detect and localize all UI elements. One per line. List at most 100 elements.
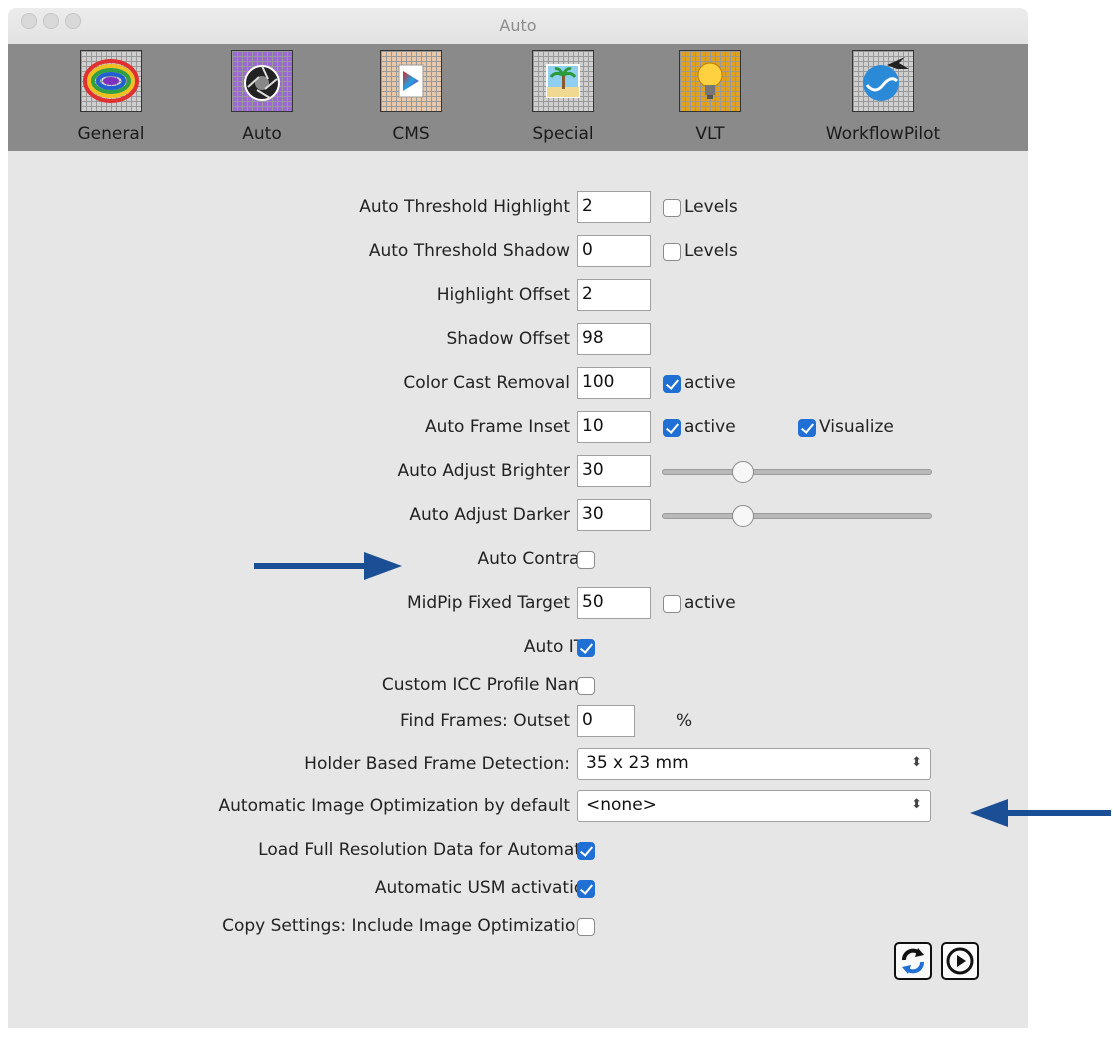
auto-threshold-highlight-levels-checkbox[interactable] [663,199,681,217]
general-icon [80,50,142,112]
slider-track [662,513,932,519]
window-title: Auto [499,16,537,35]
row-holder-based-frame-detection: Holder Based Frame Detection: 35 x 23 mm… [8,748,1028,782]
row-auto-frame-inset: Auto Frame Inset 10 active Visualize [8,411,1028,445]
annotation-arrow-left [970,799,1111,827]
annotation-arrow-right [254,552,402,580]
midpip-active-label: active [684,593,736,613]
row-auto-it8: Auto IT8 [8,631,1028,665]
row-find-frames-outset: Find Frames: Outset 0 % [8,705,1028,739]
row-auto-threshold-shadow: Auto Threshold Shadow 0 Levels [8,235,1028,269]
auto-threshold-shadow-input[interactable]: 0 [577,235,651,267]
automatic-image-optimization-select[interactable]: <none> ⬍ [577,790,931,822]
tab-vlt[interactable]: VLT [640,50,780,144]
tab-vlt-label: VLT [695,124,725,144]
visualize-checkbox[interactable] [798,419,816,437]
tab-general-label: General [77,124,145,144]
row-auto-adjust-darker: Auto Adjust Darker 30 [8,499,1028,533]
row-midpip-fixed-target: MidPip Fixed Target 50 active [8,587,1028,621]
refresh-icon [902,948,924,974]
play-icon [946,947,974,975]
slider-thumb[interactable] [732,461,754,483]
aperture-icon [231,50,293,112]
color-cast-removal-input[interactable]: 100 [577,367,651,399]
tab-special-label: Special [532,124,594,144]
holder-based-frame-detection-select[interactable]: 35 x 23 mm ⬍ [577,748,931,780]
tab-cms-label: CMS [392,124,430,144]
auto-adjust-darker-slider[interactable] [662,499,932,531]
find-frames-outset-input[interactable]: 0 [577,705,635,737]
copy-settings-include-checkbox[interactable] [577,918,595,936]
custom-icc-profile-name-checkbox[interactable] [577,677,595,695]
shadow-offset-label: Shadow Offset [446,329,570,349]
play-button[interactable] [941,942,979,980]
auto-frame-inset-active-checkbox[interactable] [663,419,681,437]
holder-based-frame-detection-value: 35 x 23 mm [586,753,689,773]
slider-thumb[interactable] [732,505,754,527]
auto-threshold-highlight-levels-label: Levels [684,197,738,217]
auto-adjust-brighter-label: Auto Adjust Brighter [397,461,570,481]
tab-cms[interactable]: CMS [341,50,481,144]
color-cast-removal-active-label: active [684,373,736,393]
tab-general[interactable]: General [41,50,181,144]
preferences-toolbar: General Auto CMS Special VLT WorkflowPil… [8,44,1028,151]
row-auto-adjust-brighter: Auto Adjust Brighter 30 [8,455,1028,489]
workflowpilot-icon [852,50,914,112]
copy-settings-include-label: Copy Settings: Include Image Optimizatio… [222,916,595,936]
auto-threshold-shadow-levels-label: Levels [684,241,738,261]
holder-based-frame-detection-label: Holder Based Frame Detection: [304,754,570,774]
auto-frame-inset-active-label: active [684,417,736,437]
percent-unit-label: % [676,711,693,731]
visualize-label: Visualize [819,417,894,437]
row-automatic-image-optimization: Automatic Image Optimization by default … [8,790,1028,824]
tab-auto-label: Auto [242,124,282,144]
auto-adjust-brighter-slider[interactable] [662,455,932,487]
auto-it8-checkbox[interactable] [577,639,595,657]
auto-threshold-highlight-label: Auto Threshold Highlight [359,197,570,217]
row-color-cast-removal: Color Cast Removal 100 active [8,367,1028,401]
auto-adjust-brighter-input[interactable]: 30 [577,455,651,487]
find-frames-outset-label: Find Frames: Outset [400,711,570,731]
row-auto-contrast: Auto Contrast [8,543,1028,577]
refresh-button[interactable] [894,942,932,980]
row-load-full-resolution: Load Full Resolution Data for Automatic [8,834,1028,868]
auto-frame-inset-label: Auto Frame Inset [424,417,570,437]
color-cast-removal-active-checkbox[interactable] [663,375,681,393]
tab-auto[interactable]: Auto [192,50,332,144]
row-shadow-offset: Shadow Offset 98 [8,323,1028,357]
automatic-image-optimization-label: Automatic Image Optimization by default [218,796,570,816]
row-custom-icc-profile-name: Custom ICC Profile Name [8,669,1028,703]
tab-workflowpilot[interactable]: WorkflowPilot [813,50,953,144]
auto-settings-window: Auto General Auto CMS Special VLT Workfl… [8,8,1028,1028]
tab-workflowpilot-label: WorkflowPilot [825,124,941,144]
row-copy-settings-include: Copy Settings: Include Image Optimizatio… [8,910,1028,944]
auto-adjust-darker-label: Auto Adjust Darker [409,505,570,525]
midpip-active-checkbox[interactable] [663,595,681,613]
midpip-fixed-target-input[interactable]: 50 [577,587,651,619]
highlight-offset-label: Highlight Offset [436,285,570,305]
color-cast-removal-label: Color Cast Removal [403,373,570,393]
automatic-usm-activation-label: Automatic USM activation [374,878,595,898]
select-arrows-icon: ⬍ [911,755,922,770]
custom-icc-profile-name-label: Custom ICC Profile Name [381,675,595,695]
tab-special[interactable]: Special [493,50,633,144]
automatic-image-optimization-value: <none> [586,795,657,815]
midpip-fixed-target-label: MidPip Fixed Target [406,593,570,613]
auto-threshold-highlight-input[interactable]: 2 [577,191,651,223]
row-automatic-usm-activation: Automatic USM activation [8,872,1028,906]
shadow-offset-input[interactable]: 98 [577,323,651,355]
slider-track [662,469,932,475]
load-full-resolution-label: Load Full Resolution Data for Automatic [258,840,595,860]
automatic-usm-activation-checkbox[interactable] [577,880,595,898]
title-bar: Auto [8,8,1028,45]
load-full-resolution-checkbox[interactable] [577,842,595,860]
auto-frame-inset-input[interactable]: 10 [577,411,651,443]
auto-contrast-checkbox[interactable] [577,551,595,569]
auto-adjust-darker-input[interactable]: 30 [577,499,651,531]
lightbulb-icon [679,50,741,112]
highlight-offset-input[interactable]: 2 [577,279,651,311]
auto-threshold-shadow-levels-checkbox[interactable] [663,243,681,261]
row-auto-threshold-highlight: Auto Threshold Highlight 2 Levels [8,191,1028,225]
auto-threshold-shadow-label: Auto Threshold Shadow [368,241,570,261]
select-arrows-icon: ⬍ [911,797,922,812]
